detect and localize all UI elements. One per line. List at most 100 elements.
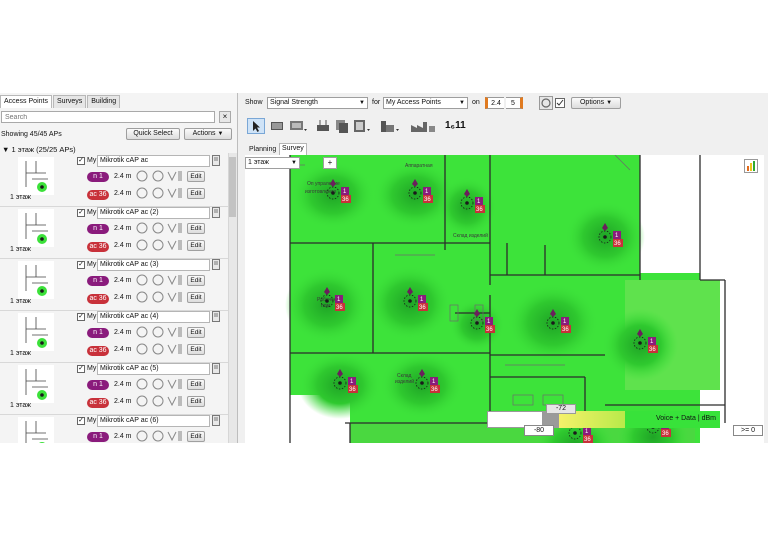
chevron-down-icon: ▼ [359, 100, 365, 106]
ap-list-item[interactable]: 1 этаж ✓ My Mikrotik cAP ac (5) n 1 ac 36 2.4 … [0, 363, 228, 415]
radio-settings-icons[interactable] [136, 291, 184, 303]
radio-24-badge[interactable]: n 1 [87, 432, 109, 442]
ap-checkbox[interactable]: ✓ [77, 157, 85, 165]
edit-radio-button[interactable]: Edit [187, 188, 205, 199]
document-tool-icon[interactable] [352, 118, 372, 134]
radio-24-badge[interactable]: n 1 [87, 172, 109, 182]
radio-settings-icons[interactable] [136, 395, 184, 407]
ap-notes-icon[interactable] [212, 415, 221, 426]
ap-tool-icon[interactable] [315, 118, 331, 134]
ap-list-item[interactable]: 1 этаж✓MyMikrotik cAP ac (6)n 1ac 362.4 … [0, 415, 228, 443]
ap-notes-icon[interactable] [212, 311, 221, 322]
ap-list-scroll-thumb[interactable] [229, 157, 236, 217]
band-24-toggle[interactable]: 2.4 [485, 97, 504, 109]
ap-list-item[interactable]: 1 этаж ✓ My Mikrotik cAP ac n 1 ac 36 2.4 m 2.4… [0, 155, 228, 207]
ap-marker-channel-5: 36 [349, 387, 356, 393]
radio-settings-icons[interactable] [136, 187, 184, 199]
ap-marker-channel-5: 36 [584, 437, 591, 443]
ap-notes-icon[interactable] [212, 259, 221, 270]
ap-notes-icon[interactable] [212, 155, 221, 166]
ap-name-field[interactable]: Mikrotik cAP ac (3) [97, 259, 210, 271]
radio-settings-icons[interactable] [136, 378, 184, 390]
wall-tool-icon[interactable] [269, 118, 285, 134]
radio-settings-icons[interactable] [136, 274, 184, 286]
ap-checkbox[interactable]: ✓ [77, 313, 85, 321]
radio-5-badge[interactable]: ac 36 [87, 294, 109, 304]
radio-settings-icons[interactable] [136, 170, 184, 182]
signal-strength-legend[interactable]: Voice + Data | dBm [487, 411, 720, 428]
edit-radio-button[interactable]: Edit [187, 240, 205, 251]
radio-settings-icons[interactable] [136, 430, 184, 442]
edit-radio-button[interactable]: Edit [187, 171, 205, 182]
ap-floor-thumbnail [18, 365, 54, 403]
radio-5-badge[interactable]: ac 36 [87, 242, 109, 252]
radio-settings-icons[interactable] [136, 239, 184, 251]
ap-name-field[interactable]: Mikrotik cAP ac (2) [97, 207, 210, 219]
select-pointer-icon[interactable] [247, 118, 265, 134]
clear-search-icon[interactable]: × [219, 111, 231, 123]
ap-name-field[interactable]: Mikrotik cAP ac (6) [97, 415, 210, 427]
radio-height: 2.4 m [114, 346, 132, 353]
area-tool-icon[interactable] [289, 118, 309, 134]
actions-button[interactable]: Actions ▼ [184, 128, 232, 140]
radio-5-badge[interactable]: ac 36 [87, 190, 109, 200]
edit-radio-button[interactable]: Edit [187, 344, 205, 355]
ap-floor-thumbnail [18, 157, 54, 195]
edit-radio-button[interactable]: Edit [187, 379, 205, 390]
options-button[interactable]: Options ▼ [571, 97, 621, 109]
edit-radio-button[interactable]: Edit [187, 327, 205, 338]
radio-24-badge[interactable]: n 1 [87, 328, 109, 338]
copy-tool-icon[interactable] [334, 118, 350, 134]
factory-tool-icon[interactable] [409, 118, 437, 134]
show-select[interactable]: Signal Strength ▼ [267, 97, 368, 109]
radio-settings-icons[interactable] [136, 326, 184, 338]
ap-name-field[interactable]: Mikrotik cAP ac (5) [97, 363, 210, 375]
edit-radio-button[interactable]: Edit [187, 275, 205, 286]
edit-radio-button[interactable]: Edit [187, 431, 205, 442]
left-tabs: Access Points Surveys Building [0, 95, 121, 108]
ap-checkbox[interactable]: ✓ [77, 417, 85, 425]
ap-list-item[interactable]: 1 этаж ✓ My Mikrotik cAP ac (2) n 1 ac 36 2.4 … [0, 207, 228, 259]
tab-building[interactable]: Building [87, 95, 121, 108]
ap-checkbox[interactable]: ✓ [77, 209, 85, 217]
edit-radio-button[interactable]: Edit [187, 396, 205, 407]
channel-tool-label[interactable]: 1₆11 [445, 120, 466, 131]
radio-24-badge[interactable]: n 1 [87, 224, 109, 234]
ap-checkbox[interactable]: ✓ [77, 261, 85, 269]
band-5-toggle[interactable]: 5 [506, 97, 523, 109]
for-select[interactable]: My Access Points ▼ [383, 97, 468, 109]
ap-notes-icon[interactable] [212, 207, 221, 218]
ap-list-item[interactable]: 1 этаж ✓ My Mikrotik cAP ac (3) n 1 ac 36 2.4 … [0, 259, 228, 311]
tab-access-points[interactable]: Access Points [0, 95, 52, 108]
edit-radio-button[interactable]: Edit [187, 292, 205, 303]
radio-24-badge[interactable]: n 1 [87, 380, 109, 390]
floor-select[interactable]: 1 этаж ▼ [245, 157, 300, 169]
radio-settings-icons[interactable] [136, 343, 184, 355]
ap-name-field[interactable]: Mikrotik cAP ac (4) [97, 311, 210, 323]
ap-name-field[interactable]: Mikrotik cAP ac [97, 155, 210, 167]
legend-max-value[interactable]: >= 0 [733, 425, 763, 436]
refresh-lock-controls[interactable] [539, 96, 567, 110]
legend-min-value[interactable]: -80 [524, 425, 554, 436]
heatmap-canvas[interactable]: Оп упраление изготовления Аппаратная Скл… [245, 155, 764, 443]
floor-plan-heatmap[interactable]: Оп упраление изготовления Аппаратная Скл… [245, 155, 764, 443]
ap-notes-icon[interactable] [212, 363, 221, 374]
radio-24-badge[interactable]: n 1 [87, 276, 109, 286]
building-tool-icon[interactable] [379, 118, 401, 134]
quick-select-button[interactable]: Quick Select [126, 128, 180, 140]
radio-5-badge[interactable]: ac 36 [87, 398, 109, 408]
floor-group-header[interactable]: ▼ 1 этаж (25/25 APs) [2, 145, 76, 154]
tab-surveys[interactable]: Surveys [52, 95, 87, 108]
search-input[interactable] [1, 111, 215, 123]
edit-radio-button[interactable]: Edit [187, 223, 205, 234]
ap-marker-channel-5: 36 [431, 387, 438, 393]
radio-5-badge[interactable]: ac 36 [87, 346, 109, 356]
add-floor-button[interactable]: + [323, 157, 337, 169]
legend-marker-value[interactable]: -72 [546, 404, 576, 414]
chevron-down-icon: ▼ [459, 100, 465, 106]
ap-checkbox[interactable]: ✓ [77, 365, 85, 373]
ap-list-item[interactable]: 1 этаж ✓ My Mikrotik cAP ac (4) n 1 ac 36 2.4 … [0, 311, 228, 363]
radio-settings-icons[interactable] [136, 222, 184, 234]
chart-legend-icon[interactable] [744, 159, 758, 173]
chevron-down-icon: ▼ [291, 160, 297, 166]
